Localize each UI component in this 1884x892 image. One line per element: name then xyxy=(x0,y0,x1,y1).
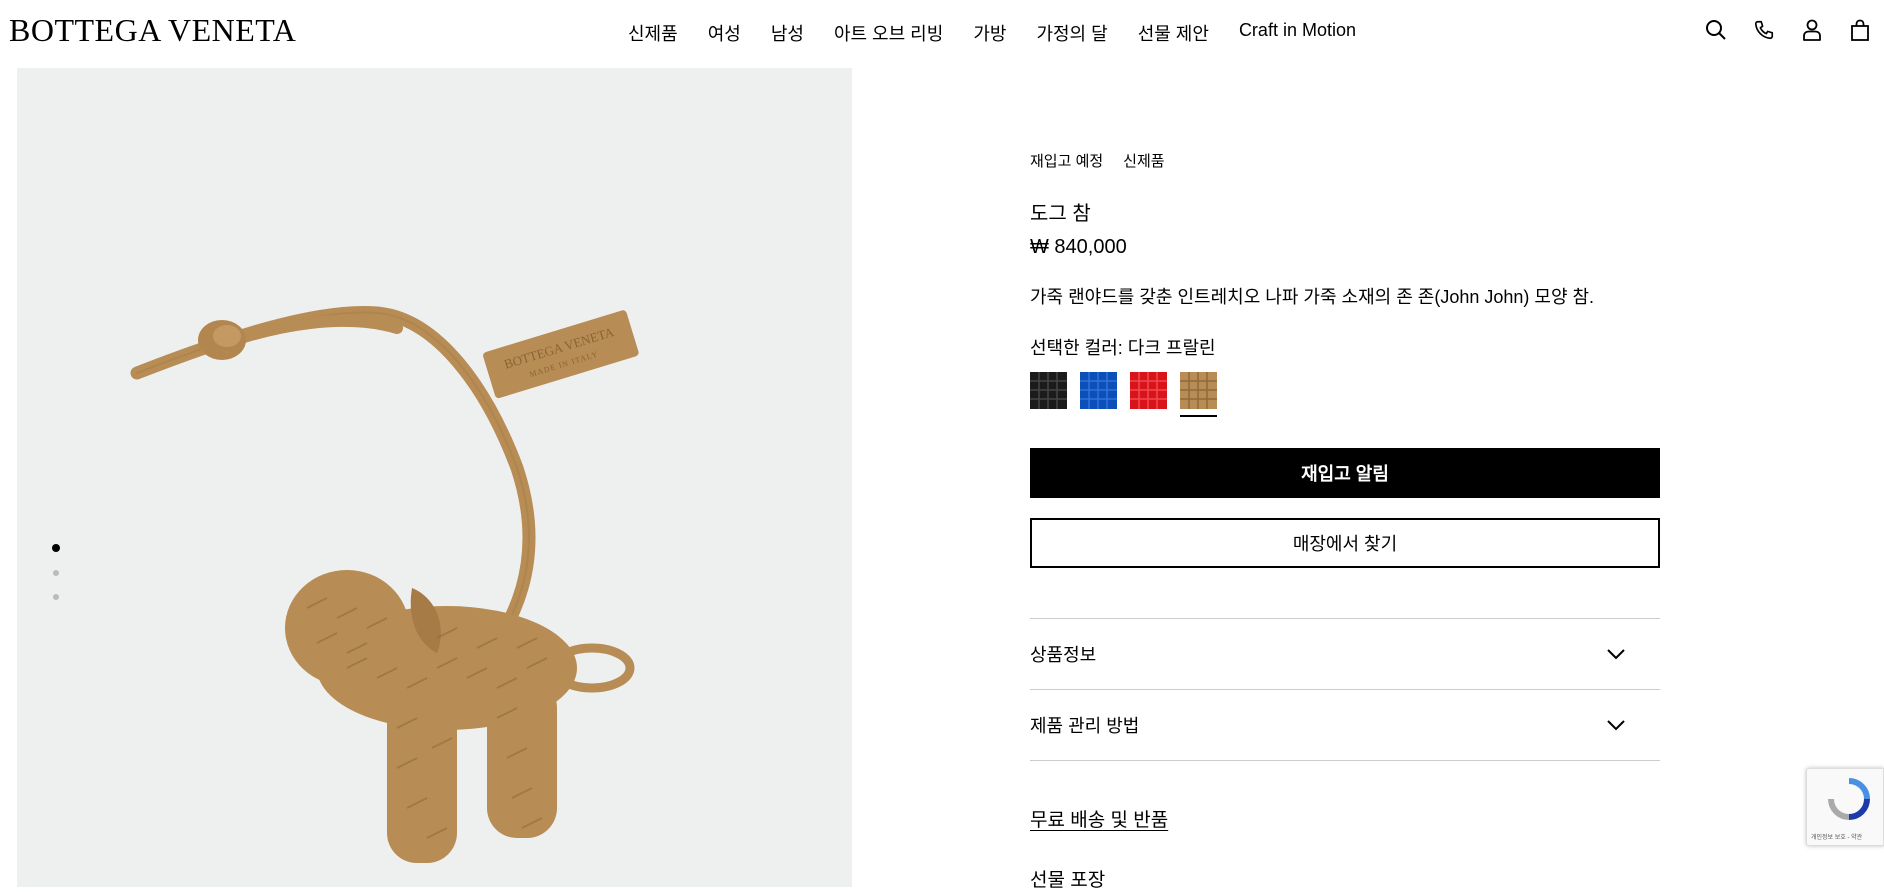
find-in-store-button[interactable]: 매장에서 찾기 xyxy=(1030,518,1660,568)
product-title: 도그 참 xyxy=(1030,203,1091,225)
chevron-down-icon xyxy=(1606,719,1626,731)
product-price: ₩ 840,000 xyxy=(1030,236,1127,258)
gallery-dot-2[interactable] xyxy=(53,570,59,576)
recaptcha-text: 개인정보 보호 - 약관 xyxy=(1811,835,1863,841)
notify-restock-button[interactable]: 재입고 알림 xyxy=(1030,448,1660,498)
product-accordion: 상품정보 제품 관리 방법 xyxy=(1030,618,1660,761)
accordion-product-info[interactable]: 상품정보 xyxy=(1030,619,1660,690)
accordion-product-info-label: 상품정보 xyxy=(1030,645,1097,665)
new-tag: 신제품 xyxy=(1123,153,1165,170)
product-description: 가죽 랜야드를 갖춘 인트레치오 나파 가죽 소재의 존 존(John John… xyxy=(1030,287,1595,307)
main-nav: 신제품 여성 남성 아트 오브 리빙 가방 가정의 달 선물 제안 Craft … xyxy=(628,20,1356,46)
product-gallery[interactable]: BOTTEGA VENETA MADE IN ITALY xyxy=(17,68,852,887)
product-info: 재입고 예정 신제품 도그 참 ₩ 840,000 가죽 랜야드를 갖춘 인트레… xyxy=(1030,150,1660,892)
gallery-pagination xyxy=(52,544,60,618)
search-icon[interactable] xyxy=(1704,18,1728,42)
recaptcha-icon xyxy=(1828,778,1870,820)
header-icons xyxy=(1704,18,1872,42)
bag-icon[interactable] xyxy=(1848,18,1872,42)
phone-icon[interactable] xyxy=(1752,18,1776,42)
gallery-dot-3[interactable] xyxy=(53,594,59,600)
swatch-dark-praline[interactable] xyxy=(1180,372,1217,417)
color-swatches xyxy=(1030,372,1660,417)
restock-tag: 재입고 예정 xyxy=(1030,153,1104,170)
recaptcha-badge[interactable]: 개인정보 보호 - 약관 xyxy=(1806,768,1884,846)
site-header: BOTTEGA VENETA 신제품 여성 남성 아트 오브 리빙 가방 가정의… xyxy=(0,0,1884,68)
product-image: BOTTEGA VENETA MADE IN ITALY xyxy=(130,305,639,863)
chevron-down-icon xyxy=(1606,648,1626,660)
nav-item-women[interactable]: 여성 xyxy=(708,20,741,46)
nav-item-bags[interactable]: 가방 xyxy=(973,20,1006,46)
swatch-red[interactable] xyxy=(1130,372,1167,409)
gallery-dot-1[interactable] xyxy=(52,544,60,552)
nav-item-art-of-living[interactable]: 아트 오브 리빙 xyxy=(834,20,943,46)
swatch-black[interactable] xyxy=(1030,372,1067,409)
free-shipping-link[interactable]: 무료 배송 및 반품 xyxy=(1030,805,1168,832)
account-icon[interactable] xyxy=(1800,18,1824,42)
gift-wrap-link[interactable]: 선물 포장 xyxy=(1030,865,1660,892)
selected-color-label: 선택한 컬러: 다크 프랄린 xyxy=(1030,338,1216,358)
nav-item-family-month[interactable]: 가정의 달 xyxy=(1036,20,1107,46)
product-tags: 재입고 예정 신제품 xyxy=(1030,150,1660,171)
brand-logo[interactable]: BOTTEGA VENETA xyxy=(9,12,296,49)
nav-item-men[interactable]: 남성 xyxy=(771,20,804,46)
accordion-care-label: 제품 관리 방법 xyxy=(1030,716,1140,736)
accordion-care[interactable]: 제품 관리 방법 xyxy=(1030,690,1660,761)
nav-item-new[interactable]: 신제품 xyxy=(628,20,678,46)
swatch-blue[interactable] xyxy=(1080,372,1117,409)
nav-item-gifts[interactable]: 선물 제안 xyxy=(1138,20,1209,46)
nav-item-craft-in-motion[interactable]: Craft in Motion xyxy=(1239,20,1356,46)
